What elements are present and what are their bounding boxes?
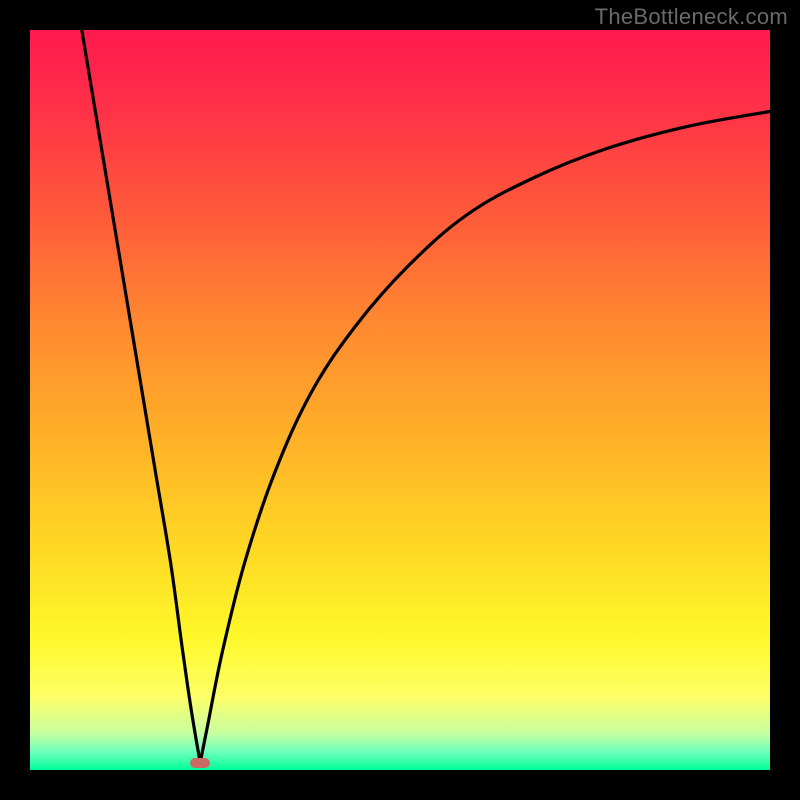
minimum-marker <box>190 758 210 768</box>
curve-left-branch <box>82 30 200 763</box>
plot-area <box>30 30 770 770</box>
curve-right-branch <box>200 111 770 762</box>
curve-svg <box>30 30 770 770</box>
watermark-text: TheBottleneck.com <box>595 4 788 30</box>
